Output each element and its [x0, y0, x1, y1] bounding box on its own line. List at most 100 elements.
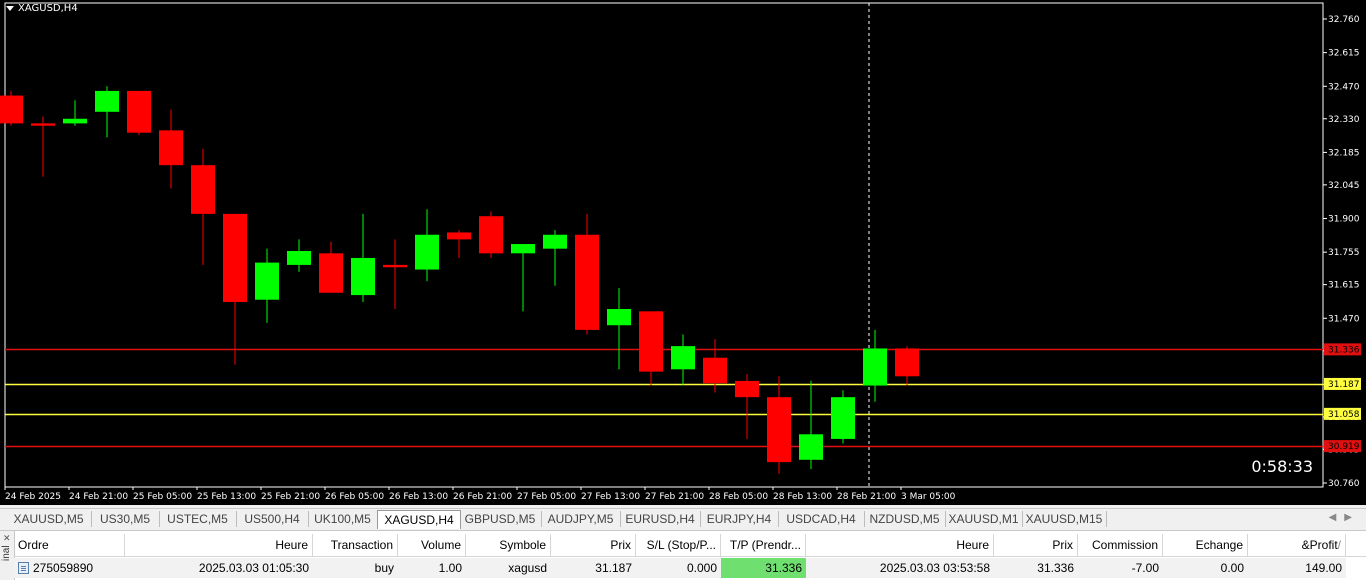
column-header[interactable]: Prix [551, 534, 636, 556]
price-tick-label: 31.755 [1328, 248, 1360, 258]
candle-bull [287, 251, 311, 265]
time-tick-label: 24 Feb 21:00 [69, 492, 128, 502]
order-row-value: -7.00 [1131, 561, 1159, 575]
candle-bull [543, 234, 567, 249]
candle-bull [415, 234, 439, 270]
tab-usdcad-h4[interactable]: USDCAD,H4 [778, 511, 865, 527]
time-tick-label: 28 Feb 21:00 [837, 492, 896, 502]
level-label-tp: 31.336 [1328, 345, 1360, 355]
time-tick-label: 27 Feb 21:00 [645, 492, 704, 502]
candle-bear [767, 397, 791, 463]
order-row-cell[interactable]: 149.00 [1248, 558, 1346, 578]
order-row-value: 1.00 [438, 561, 462, 575]
column-header[interactable]: Prix [994, 534, 1078, 556]
level-label-level: 31.058 [1328, 410, 1360, 420]
candle-bear [735, 380, 759, 398]
order-row-cell[interactable]: 2025.03.03 03:53:58 [806, 558, 994, 578]
price-tick-label: 31.470 [1328, 314, 1360, 324]
candle-bear [127, 90, 151, 133]
candle-bear [223, 213, 247, 303]
candle-countdown-timer: 0:58:33 [1251, 457, 1313, 476]
price-tick-label: 31.615 [1328, 281, 1360, 291]
column-header[interactable]: Transaction [313, 534, 398, 556]
tab-uk100-m5[interactable]: UK100,M5 [308, 511, 378, 527]
column-header[interactable]: Echange [1163, 534, 1248, 556]
order-row-cell[interactable]: 1.00 [398, 558, 466, 578]
order-row-cell[interactable]: 0.00 [1163, 558, 1248, 578]
column-header[interactable]: Ordre [14, 534, 125, 556]
order-row-cell[interactable]: 31.336 [994, 558, 1078, 578]
tab-xauusd-m15[interactable]: XAUUSD,M15 [1022, 511, 1107, 527]
price-tick-label: 32.470 [1328, 82, 1360, 92]
level-label-entry: 31.187 [1328, 380, 1360, 390]
order-row-cell[interactable]: 31.187 [551, 558, 636, 578]
candle-bull [95, 90, 119, 112]
candle-bear [447, 232, 471, 240]
time-tick-label: 27 Feb 13:00 [581, 492, 640, 502]
order-row-value: 149.00 [1305, 561, 1342, 575]
chart-tab-bar: ◀▶ XAUUSD,M5 US30,M5 USTEC,M5 US500,H4 UK100… [0, 508, 1366, 531]
price-chart[interactable]: 32.760 32.615 32.470 32.330 32.185 32.045 31.9… [0, 0, 1366, 505]
chart-title-text: XAGUSD,H4 [18, 3, 78, 14]
order-row-cell[interactable]: 275059890 [14, 558, 125, 578]
time-tick-label: 26 Feb 13:00 [389, 492, 448, 502]
tab-eurjpy-h4[interactable]: EURJPY,H4 [700, 511, 779, 527]
tab-us500-h4[interactable]: US500,H4 [236, 511, 309, 527]
order-row-cell[interactable]: xagusd [466, 558, 551, 578]
tab-xagusd-h4[interactable]: XAGUSD,H4 [377, 510, 461, 529]
time-tick-label: 27 Feb 05:00 [517, 492, 576, 502]
header-divider [14, 556, 1366, 557]
tab-scroll-arrows-icon[interactable]: ◀▶ [1329, 512, 1360, 523]
candle-bear [319, 253, 343, 293]
candle-bull [671, 346, 695, 370]
candle-bear [575, 234, 599, 330]
candle-bear [159, 130, 183, 166]
price-tick-label: 31.900 [1328, 215, 1360, 225]
order-row-value: 31.187 [595, 561, 632, 575]
price-tick-label: 32.615 [1328, 49, 1360, 59]
price-tick-label: 32.760 [1328, 15, 1360, 25]
column-header[interactable]: Commission [1078, 534, 1163, 556]
column-header[interactable]: Symbole [466, 534, 551, 556]
candle-bull [863, 348, 887, 386]
sort-indicator-icon: / [1337, 538, 1341, 552]
order-row-value: 275059890 [33, 561, 94, 575]
order-row-cell[interactable]: 31.336 [721, 558, 806, 578]
order-row-value: 31.336 [765, 561, 802, 575]
candle-bear [639, 311, 663, 372]
tab-nzdusd-m5[interactable]: NZDUSD,M5 [864, 511, 946, 527]
candle-bull [511, 244, 535, 254]
order-row-cell[interactable]: buy [313, 558, 398, 578]
column-header[interactable]: T/P (Prendr... [721, 534, 806, 556]
candle-bull [799, 434, 823, 460]
close-icon[interactable]: ✕ [3, 533, 11, 544]
column-header[interactable]: Volume [398, 534, 466, 556]
time-tick-label: 28 Feb 05:00 [709, 492, 768, 502]
level-label-sl: 30.919 [1328, 442, 1360, 452]
order-row-value: xagusd [508, 561, 547, 575]
tab-audjpy-m5[interactable]: AUDJPY,M5 [541, 511, 621, 527]
chart-menu-icon[interactable] [6, 6, 14, 11]
tab-xauusd-m5[interactable]: XAUUSD,M5 [6, 511, 92, 527]
candle-bull [351, 257, 375, 296]
candle-bull [255, 262, 279, 300]
order-row-cell[interactable]: 2025.03.03 01:05:30 [125, 558, 313, 578]
order-row-value: 0.000 [686, 561, 717, 575]
tab-us30-m5[interactable]: US30,M5 [91, 511, 160, 527]
tab-ustec-m5[interactable]: USTEC,M5 [159, 511, 237, 527]
time-tick-label: 25 Feb 21:00 [261, 492, 320, 502]
price-tick-label: 32.185 [1328, 148, 1360, 158]
chart-area[interactable]: 32.760 32.615 32.470 32.330 32.185 32.045 31.9… [0, 0, 1366, 505]
chart-title: XAGUSD,H4 [6, 3, 78, 14]
column-header[interactable]: &Profit / [1248, 534, 1346, 556]
time-tick-label: 24 Feb 2025 [5, 492, 61, 502]
tab-xauusd-m1[interactable]: XAUUSD,M1 [945, 511, 1023, 527]
column-header[interactable]: Heure [125, 534, 313, 556]
order-row-cell[interactable]: 0.000 [636, 558, 721, 578]
column-header[interactable]: S/L (Stop/P... [636, 534, 721, 556]
order-row-cell[interactable]: -7.00 [1078, 558, 1163, 578]
candle-bear [0, 95, 23, 124]
tab-eurusd-h4[interactable]: EURUSD,H4 [620, 511, 701, 527]
tab-gbpusd-m5[interactable]: GBPUSD,M5 [459, 511, 542, 527]
column-header[interactable]: Heure [806, 534, 994, 556]
